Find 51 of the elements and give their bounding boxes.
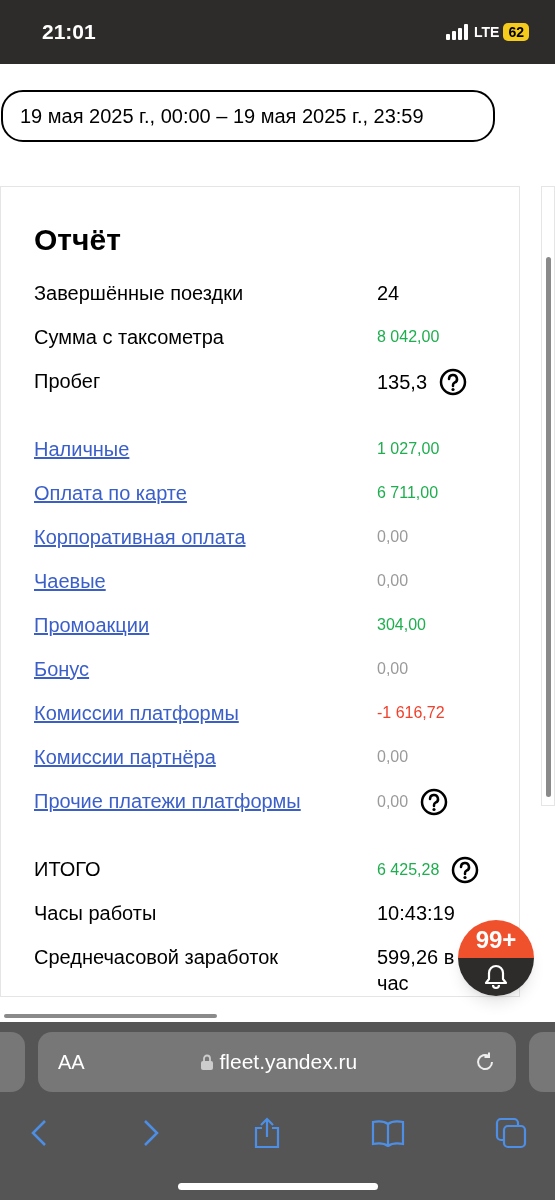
address-bar[interactable]: AA fleet.yandex.ru [38, 1032, 516, 1092]
previous-tab-preview[interactable] [0, 1032, 25, 1092]
row-label: ИТОГО [34, 858, 101, 880]
notification-count: 99+ [458, 920, 534, 958]
help-icon[interactable] [439, 368, 468, 396]
row-value: 0,00 [377, 792, 409, 812]
date-range-field[interactable]: 19 мая 2025 г., 00:00 – 19 мая 2025 г., 23:59 [1, 90, 495, 142]
reload-icon[interactable] [474, 1051, 496, 1073]
row-value: 24 [377, 281, 400, 306]
row-label: Часы работы [34, 902, 157, 924]
row-value: 135,3 [377, 370, 428, 395]
lock-icon [201, 1054, 214, 1070]
tabs-icon[interactable] [495, 1117, 527, 1149]
report-link[interactable]: Корпоративная оплата [34, 526, 246, 548]
row-label: Сумма с таксометра [34, 326, 224, 348]
report-link[interactable]: Прочие платежи платформы [34, 790, 301, 812]
row-value: 0,00 [377, 747, 409, 767]
row-value: 0,00 [377, 527, 409, 547]
share-icon[interactable] [252, 1117, 281, 1149]
clock: 21:01 [42, 19, 96, 46]
signal-icon [446, 24, 470, 40]
report-link[interactable]: Бонус [34, 658, 90, 680]
row-value: 1 027,00 [377, 439, 440, 459]
row-label: Завершённые поездки [34, 282, 244, 304]
row-value: 8 042,00 [377, 327, 440, 347]
help-icon[interactable] [420, 788, 449, 816]
row-value: -1 616,72 [377, 703, 445, 723]
row-value: 0,00 [377, 659, 409, 679]
report-link[interactable]: Наличные [34, 438, 130, 460]
battery-indicator: 62 [503, 23, 529, 41]
report-link[interactable]: Комиссии платформы [34, 702, 239, 724]
text-size-button[interactable]: AA [58, 1047, 85, 1077]
report-link[interactable]: Чаевые [34, 570, 106, 592]
row-value: 10:43:19 [377, 901, 455, 926]
row-label: Пробег [34, 370, 101, 392]
url-text: fleet.yandex.ru [219, 1049, 358, 1076]
report-link[interactable]: Комиссии партнёра [34, 746, 216, 768]
bell-icon [484, 964, 508, 990]
row-value: 599,26 в час [377, 945, 456, 996]
next-tab-preview[interactable] [529, 1032, 555, 1092]
help-icon[interactable] [451, 856, 480, 884]
report-link[interactable]: Оплата по карте [34, 482, 187, 504]
report-link[interactable]: Промоакции [34, 614, 150, 636]
report-title: Отчёт [34, 222, 122, 258]
row-value: 304,00 [377, 615, 426, 635]
row-value: 0,00 [377, 571, 409, 591]
network-label: LTE [474, 22, 500, 42]
row-label: Среднечасовой заработок [34, 946, 279, 968]
row-value: 6 425,28 [377, 860, 440, 880]
row-value: 6 711,00 [377, 483, 439, 503]
book-icon[interactable] [370, 1119, 405, 1147]
